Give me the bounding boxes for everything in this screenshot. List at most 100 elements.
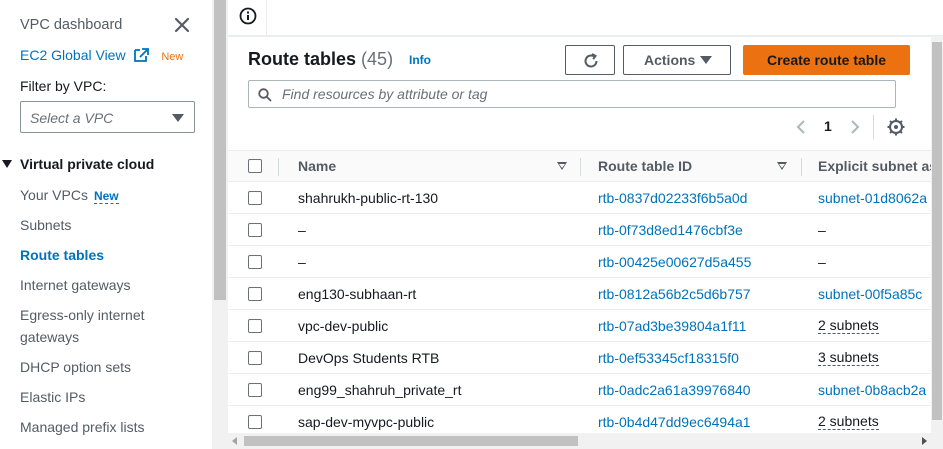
cell-route-table-id[interactable]: rtb-0812a56b2c5d6b757 — [598, 286, 751, 302]
search-icon — [258, 88, 272, 102]
external-link-icon — [134, 48, 150, 62]
sidebar-item-subnets[interactable]: Subnets — [20, 214, 71, 236]
search-placeholder: Find resources by attribute or tag — [282, 86, 488, 102]
cell-subnet-count[interactable]: 2 subnets — [818, 414, 879, 430]
column-header-explicit-subnet[interactable]: Explicit subnet as — [818, 158, 937, 174]
row-checkbox[interactable] — [248, 351, 262, 365]
cell-route-table-id[interactable]: rtb-0adc2a61a39976840 — [598, 382, 751, 398]
cell-route-table-id[interactable]: rtb-0ef53345cf18315f0 — [598, 350, 739, 366]
vpc-filter-placeholder: Select a VPC — [30, 110, 114, 126]
new-badge: New — [161, 51, 184, 63]
section-virtual-private-cloud[interactable]: Virtual private cloud — [2, 156, 154, 172]
sidebar-scrollbar[interactable] — [212, 0, 228, 449]
select-all-checkbox[interactable] — [248, 159, 262, 173]
table-row[interactable]: vpc-dev-public rtb-07ad3be39804a1f11 2 s… — [228, 310, 943, 342]
cell-subnet: – — [818, 222, 826, 238]
table-row[interactable]: – rtb-0f73d8ed1476cbf3e – — [228, 214, 943, 246]
cell-route-table-id[interactable]: rtb-0b4d47dd9ec6494a1 — [598, 414, 751, 430]
table-row[interactable]: eng130-subhaan-rt rtb-0812a56b2c5d6b757 … — [228, 278, 943, 310]
scroll-right-icon[interactable] — [922, 437, 927, 445]
chevron-left-icon[interactable] — [794, 119, 808, 135]
sidebar-item-egress-only-gateways[interactable]: Egress-only internet gateways — [20, 304, 170, 348]
actions-dropdown[interactable]: Actions — [623, 45, 731, 75]
main-content: Route tables (45) Info Actions Create ro… — [228, 36, 943, 449]
cell-subnet-count[interactable]: 2 subnets — [818, 318, 879, 334]
divider — [278, 158, 279, 176]
panel-header: Route tables (45) Info Actions Create ro… — [228, 37, 943, 151]
cell-route-table-id[interactable]: rtb-0f73d8ed1476cbf3e — [598, 222, 743, 238]
cell-name: shahrukh-public-rt-130 — [298, 190, 439, 206]
scrollbar-thumb[interactable] — [214, 0, 226, 300]
caret-down-icon — [2, 160, 12, 168]
sidebar-item-elastic-ips[interactable]: Elastic IPs — [20, 386, 85, 408]
divider — [580, 158, 581, 176]
cell-name: – — [298, 254, 306, 270]
scrollbar-thumb[interactable] — [244, 436, 578, 446]
create-route-table-button[interactable]: Create route table — [743, 45, 910, 75]
cell-subnet: – — [818, 254, 826, 270]
horizontal-scrollbar[interactable] — [228, 433, 943, 449]
table-row[interactable]: DevOps Students RTB rtb-0ef53345cf18315f… — [228, 342, 943, 374]
row-checkbox[interactable] — [248, 287, 262, 301]
sidebar-item-managed-prefix-lists[interactable]: Managed prefix lists — [20, 416, 145, 438]
divider — [266, 0, 267, 36]
row-checkbox[interactable] — [248, 223, 262, 237]
row-checkbox[interactable] — [248, 191, 262, 205]
cell-subnet-count[interactable]: 3 subnets — [818, 350, 879, 366]
cell-route-table-id[interactable]: rtb-0837d02233f6b5a0d — [598, 190, 747, 206]
sort-icon[interactable] — [557, 162, 567, 170]
search-input[interactable]: Find resources by attribute or tag — [248, 80, 896, 108]
cell-name: – — [298, 222, 306, 238]
cell-route-table-id[interactable]: rtb-00425e00627d5a455 — [598, 254, 751, 270]
page-title: Route tables (45) — [248, 49, 393, 70]
cell-route-table-id[interactable]: rtb-07ad3be39804a1f11 — [598, 318, 746, 334]
scroll-left-icon[interactable] — [232, 437, 237, 445]
cell-subnet[interactable]: subnet-00f5a85c — [818, 286, 922, 302]
scrollbar-thumb[interactable] — [932, 42, 942, 420]
cell-name: eng99_shahruh_private_rt — [298, 382, 462, 398]
table-row[interactable]: shahrukh-public-rt-130 rtb-0837d02233f6b… — [228, 182, 943, 214]
refresh-button[interactable] — [565, 45, 615, 75]
page-number[interactable]: 1 — [824, 118, 832, 134]
route-tables-panel: Route tables (45) Info Actions Create ro… — [228, 36, 943, 449]
sidebar-item-route-tables[interactable]: Route tables — [20, 244, 104, 266]
sidebar-title[interactable]: VPC dashboard — [20, 17, 122, 33]
cell-subnet[interactable]: subnet-0b8acb2a — [818, 382, 926, 398]
table-header: Name Route table ID Explicit subnet as — [228, 150, 943, 182]
vpc-filter-select[interactable]: Select a VPC — [20, 101, 195, 133]
main-scrollbar[interactable] — [931, 36, 943, 433]
vpc-console: VPC dashboard EC2 Global View New Filter… — [0, 0, 943, 449]
cell-name: eng130-subhaan-rt — [298, 286, 417, 302]
actions-label: Actions — [644, 52, 696, 68]
cell-name: sap-dev-myvpc-public — [298, 414, 435, 430]
info-icon[interactable] — [238, 6, 258, 26]
row-checkbox[interactable] — [248, 319, 262, 333]
cell-name: vpc-dev-public — [298, 318, 389, 334]
row-checkbox[interactable] — [248, 383, 262, 397]
sort-icon[interactable] — [777, 162, 787, 170]
row-checkbox[interactable] — [248, 415, 262, 429]
column-header-route-table-id[interactable]: Route table ID — [598, 158, 692, 174]
close-icon[interactable] — [172, 15, 192, 35]
table-row[interactable]: eng99_shahruh_private_rt rtb-0adc2a61a39… — [228, 374, 943, 406]
info-link[interactable]: Info — [409, 53, 431, 67]
table-row[interactable]: – rtb-00425e00627d5a455 – — [228, 246, 943, 278]
chevron-right-icon[interactable] — [848, 119, 862, 135]
sidebar-item-internet-gateways[interactable]: Internet gateways — [20, 274, 131, 296]
sidebar-item-your-vpcs[interactable]: Your VPCs New — [20, 184, 119, 207]
caret-down-icon — [172, 114, 184, 122]
cell-subnet[interactable]: subnet-01d8062a — [818, 190, 927, 206]
divider — [873, 115, 874, 139]
create-label: Create route table — [766, 52, 887, 68]
page-title-text: Route tables — [248, 49, 357, 69]
sidebar-item-dhcp-option-sets[interactable]: DHCP option sets — [20, 356, 131, 378]
new-badge[interactable]: New — [93, 189, 119, 204]
ec2-global-view-link[interactable]: EC2 Global View New — [20, 47, 183, 63]
column-header-name[interactable]: Name — [298, 158, 336, 174]
ec2-global-view-label[interactable]: EC2 Global View — [20, 47, 126, 63]
sidebar-item-label: Your VPCs — [20, 187, 88, 203]
gear-icon[interactable] — [886, 117, 906, 137]
row-checkbox[interactable] — [248, 255, 262, 269]
divider — [801, 158, 802, 176]
caret-down-icon — [700, 56, 712, 64]
